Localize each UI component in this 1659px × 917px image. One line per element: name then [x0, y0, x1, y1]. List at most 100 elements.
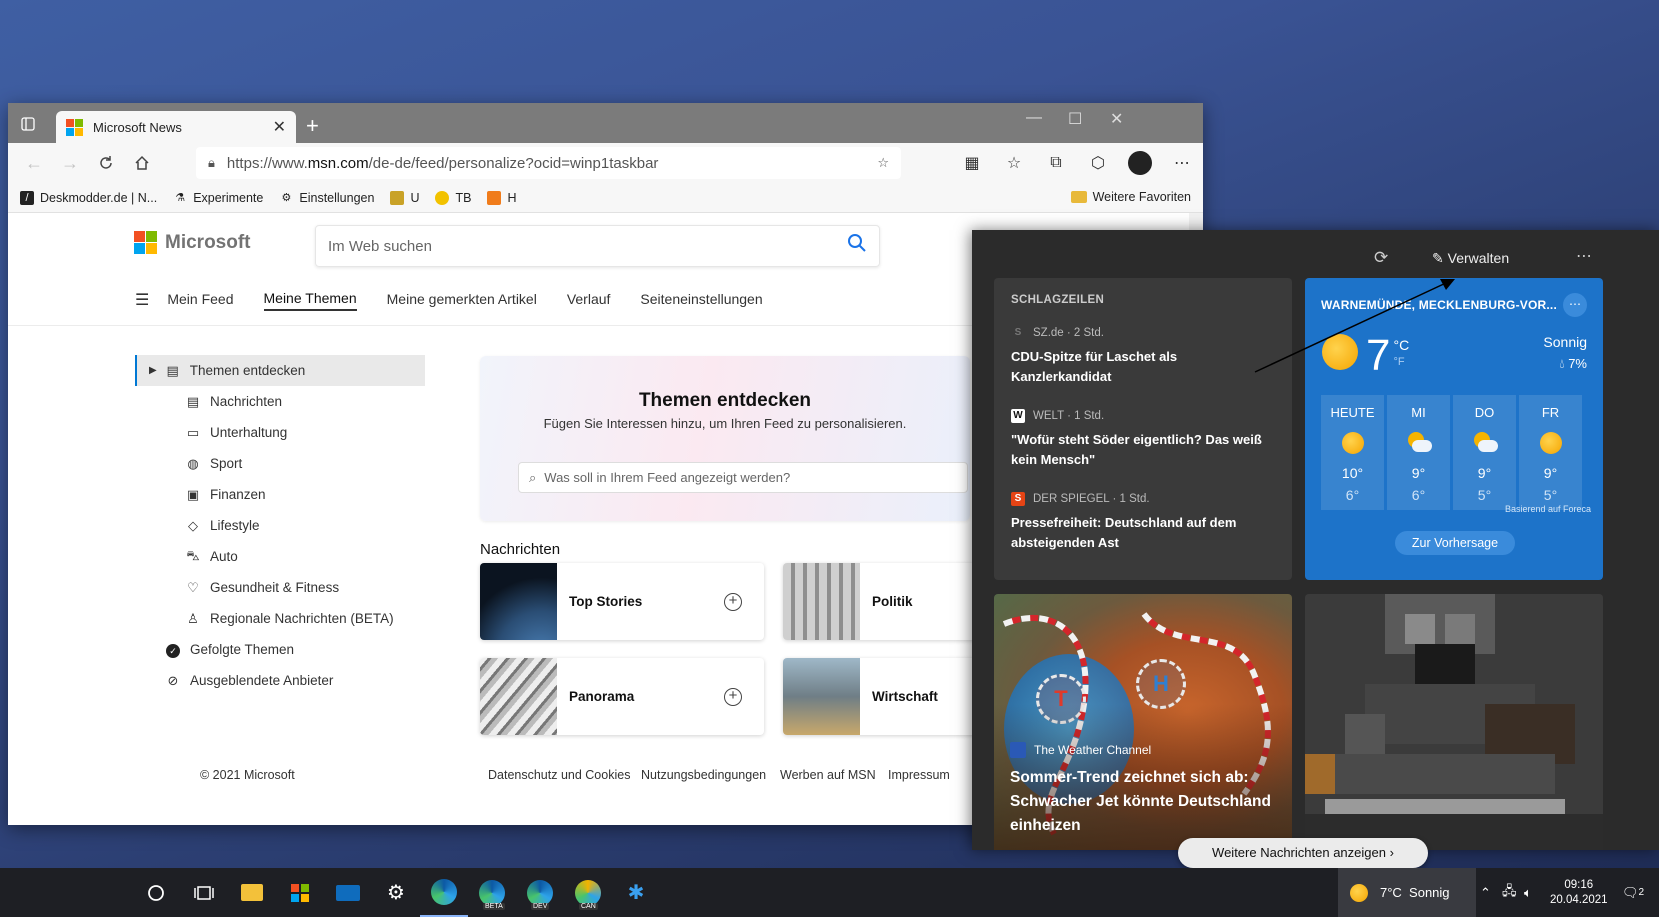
favorite-item[interactable]: H: [487, 190, 516, 205]
favorite-item[interactable]: ⚙ Einstellungen: [279, 191, 374, 205]
add-topic-icon[interactable]: +: [724, 592, 742, 611]
refresh-icon[interactable]: ⟳: [1374, 248, 1388, 268]
topic-card-top-stories[interactable]: Top Stories +: [480, 563, 764, 640]
sidebar-item-health[interactable]: ♡ Gesundheit & Fitness: [135, 572, 425, 603]
more-menu-icon[interactable]: ⋯: [1161, 147, 1203, 179]
settings-gear-icon[interactable]: ⚙: [372, 868, 420, 917]
news-source: WELT · 1 Std.: [1033, 410, 1105, 422]
news-item[interactable]: S SZ.de · 2 Std. CDU-Spitze für Laschet a…: [1011, 326, 1275, 387]
ext-h-icon: [487, 190, 502, 205]
news-item[interactable]: S DER SPIEGEL · 1 Std. Pressefreiheit: De…: [1011, 492, 1275, 553]
sidebar-item-regional[interactable]: ♙ Regionale Nachrichten (BETA): [135, 603, 425, 634]
mail-icon[interactable]: [324, 868, 372, 917]
topic-search-input[interactable]: ⌕ Was soll in Ihrem Feed angezeigt werde…: [518, 462, 968, 493]
address-bar[interactable]: 🔒︎ https://www.msn.com/de-de/feed/person…: [196, 147, 901, 179]
new-tab-button[interactable]: +: [306, 113, 319, 139]
edge-canary-icon[interactable]: CAN: [564, 868, 612, 917]
store-icon[interactable]: [276, 868, 324, 917]
back-button[interactable]: ←: [16, 147, 52, 179]
manage-button[interactable]: ✎ Verwalten: [1432, 250, 1509, 267]
footer-link-privacy[interactable]: Datenschutz und Cookies: [488, 768, 630, 782]
nav-page-settings[interactable]: Seiteneinstellungen: [640, 291, 762, 310]
extension-icon[interactable]: ⬡: [1077, 147, 1119, 179]
title-bar: Microsoft News ✕ + — ☐ ✕: [8, 103, 1203, 143]
block-icon: ⊘: [167, 672, 179, 688]
collections-icon[interactable]: ⧉: [1035, 147, 1077, 179]
headlines-card: SCHLAGZEILEN S SZ.de · 2 Std. CDU-Spitze …: [994, 278, 1292, 580]
tab-actions-icon[interactable]: [16, 112, 40, 136]
story-source: The Weather Channel: [1010, 742, 1151, 758]
clock[interactable]: 09:16 20.04.2021: [1550, 868, 1608, 917]
reading-view-icon[interactable]: ▦: [951, 147, 993, 179]
task-view-icon[interactable]: [180, 868, 228, 917]
home-button[interactable]: [124, 147, 160, 179]
sidebar-item-lifestyle[interactable]: ◇ Lifestyle: [135, 510, 425, 541]
file-explorer-icon[interactable]: [228, 868, 276, 917]
person-pin-icon: ♙: [187, 610, 199, 626]
diamond-icon: ◇: [188, 517, 198, 533]
favorites-icon[interactable]: ☆: [993, 147, 1035, 179]
topics-sidebar: ▶ ▤ Themen entdecken ▤ Nachrichten ▭ Unterha…: [135, 355, 425, 696]
more-news-button[interactable]: Weitere Nachrichten anzeigen ›: [1178, 838, 1428, 868]
sidebar-item-followed[interactable]: ✓ Gefolgte Themen: [135, 634, 425, 665]
favorite-item[interactable]: U: [390, 190, 419, 205]
forward-button[interactable]: →: [52, 147, 88, 179]
pixelated-story-card[interactable]: [1305, 594, 1603, 850]
sidebar-item-finance[interactable]: ▣ Finanzen: [135, 479, 425, 510]
web-search-input[interactable]: Im Web suchen: [315, 225, 880, 267]
sidebar-item-auto[interactable]: ⛍ Auto: [135, 541, 425, 572]
tab-microsoft-news[interactable]: Microsoft News ✕: [56, 111, 296, 143]
tab-title: Microsoft News: [93, 119, 182, 135]
notifications-icon[interactable]: 🗨︎ 2: [1622, 868, 1644, 917]
minimize-button[interactable]: —: [1026, 109, 1042, 127]
favorite-item[interactable]: / Deskmodder.de | N...: [20, 190, 157, 205]
sidebar-item-sport[interactable]: ◍ Sport: [135, 448, 425, 479]
sidebar-item-news[interactable]: ▤ Nachrichten: [135, 386, 425, 417]
favorite-item[interactable]: ⚗ Experimente: [173, 191, 263, 205]
close-tab-icon[interactable]: ✕: [273, 117, 286, 137]
volume-icon[interactable]: 🔈︎: [1524, 868, 1532, 917]
nav-my-topics[interactable]: Meine Themen: [263, 290, 357, 311]
discover-title: Themen entdecken: [638, 390, 812, 411]
forecast-day: FR 9° 5°: [1519, 395, 1582, 510]
story-card[interactable]: T H The Weather Channel Sommer-Trend zei…: [994, 594, 1292, 850]
sidebar-item-hidden-providers[interactable]: ⊘ Ausgeblendete Anbieter: [135, 665, 425, 696]
nav-saved-articles[interactable]: Meine gemerkten Artikel: [387, 291, 537, 310]
more-favorites[interactable]: Weitere Favoriten: [1070, 190, 1191, 204]
edge-beta-icon[interactable]: BETA: [468, 868, 516, 917]
hamburger-icon[interactable]: ☰: [135, 290, 149, 310]
footer-link-imprint[interactable]: Impressum: [888, 768, 950, 782]
search-circle-icon[interactable]: [132, 868, 180, 917]
app-icon[interactable]: ✱: [612, 868, 660, 917]
news-headline: "Wofür steht Söder eigentlich? Das weiß …: [1011, 432, 1262, 467]
lock-icon[interactable]: 🔒︎: [208, 155, 215, 171]
more-options-icon[interactable]: ⋯: [1576, 246, 1593, 266]
add-topic-icon[interactable]: +: [724, 687, 742, 706]
weather-more-icon[interactable]: ⋯: [1563, 293, 1587, 317]
forecast-button[interactable]: Zur Vorhersage: [1395, 531, 1515, 555]
network-icon[interactable]: 🖧︎: [1502, 868, 1517, 917]
footer-link-advertise[interactable]: Werben auf MSN: [780, 768, 876, 782]
sidebar-item-discover[interactable]: ▶ ▤ Themen entdecken: [135, 355, 425, 386]
edge-dev-icon[interactable]: DEV: [516, 868, 564, 917]
topic-card-panorama[interactable]: Panorama +: [480, 658, 764, 735]
maximize-button[interactable]: ☐: [1068, 109, 1082, 129]
footer-link-terms[interactable]: Nutzungsbedingungen: [641, 768, 766, 782]
weather-taskbar-button[interactable]: 7°C Sonnig: [1338, 868, 1476, 917]
microsoft-logo-icon: [134, 231, 157, 254]
profile-icon[interactable]: [1119, 147, 1161, 179]
microsoft-brand[interactable]: Microsoft: [134, 231, 251, 254]
news-item[interactable]: W WELT · 1 Std. "Wofür steht Söder eigent…: [1011, 409, 1275, 470]
nav-my-feed[interactable]: Mein Feed: [167, 291, 233, 310]
edge-icon[interactable]: [420, 868, 468, 917]
close-window-button[interactable]: ✕: [1110, 109, 1123, 129]
search-icon[interactable]: [847, 233, 867, 259]
refresh-button[interactable]: [88, 147, 124, 179]
forecast-days: HEUTE 10° 6° MI 9° 6° DO 9° 5° FR 9° 5°: [1321, 395, 1585, 510]
favorite-item[interactable]: TB: [435, 190, 471, 205]
nav-history[interactable]: Verlauf: [567, 291, 611, 310]
show-hidden-icons[interactable]: ⌃: [1480, 868, 1491, 917]
sidebar-item-entertainment[interactable]: ▭ Unterhaltung: [135, 417, 425, 448]
add-favorite-icon[interactable]: ☆: [877, 155, 889, 171]
section-title: Nachrichten: [480, 541, 561, 558]
